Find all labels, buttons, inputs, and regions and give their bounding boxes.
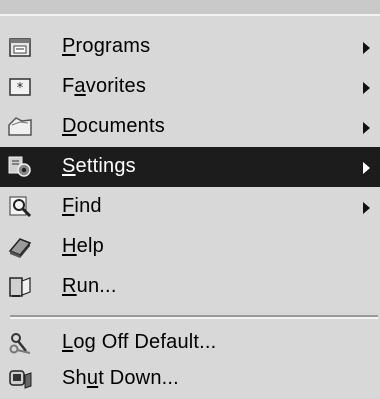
menu-label-run: Run... [62, 275, 117, 297]
favorites-star-icon: * [9, 78, 31, 96]
find-magnifier-icon [9, 196, 32, 218]
menu-label-help: Help [62, 235, 104, 257]
documents-folder-icon [8, 117, 32, 136]
menu-item-find[interactable]: Find [0, 187, 380, 227]
menu-label-programs: Programs [62, 35, 151, 57]
help-book-icon [8, 238, 32, 258]
menu-label-favorites: Favorites [62, 75, 147, 97]
menu-item-help[interactable]: Help [0, 227, 380, 267]
start-menu: Programs * Favorites Documents Settings … [0, 0, 380, 396]
submenu-arrow-icon [363, 42, 370, 54]
submenu-arrow-icon [363, 162, 370, 174]
menu-top-highlight [0, 14, 380, 16]
menu-label-log-off: Log Off Default... [62, 331, 217, 353]
menu-item-settings[interactable]: Settings [0, 147, 380, 187]
svg-text:*: * [17, 81, 24, 96]
settings-icon [8, 156, 31, 177]
log-off-keys-icon [9, 333, 31, 354]
menu-label-documents: Documents [62, 115, 165, 137]
menu-top-edge [0, 0, 380, 14]
menu-item-shut-down[interactable]: Shut Down... [0, 359, 380, 399]
run-icon [9, 277, 31, 297]
menu-item-run[interactable]: Run... [0, 267, 380, 307]
menu-item-favorites[interactable]: * Favorites [0, 67, 380, 107]
shut-down-computer-icon [9, 370, 32, 389]
menu-label-find: Find [62, 195, 102, 217]
menu-label-settings: Settings [62, 155, 136, 177]
menu-item-documents[interactable]: Documents [0, 107, 380, 147]
menu-item-programs[interactable]: Programs [0, 27, 380, 67]
programs-folder-icon [9, 38, 31, 57]
submenu-arrow-icon [363, 202, 370, 214]
menu-separator-highlight [10, 317, 378, 319]
submenu-arrow-icon [363, 82, 370, 94]
submenu-arrow-icon [363, 122, 370, 134]
menu-item-log-off[interactable]: Log Off Default... [0, 323, 380, 363]
menu-label-shut-down: Shut Down... [62, 367, 179, 389]
